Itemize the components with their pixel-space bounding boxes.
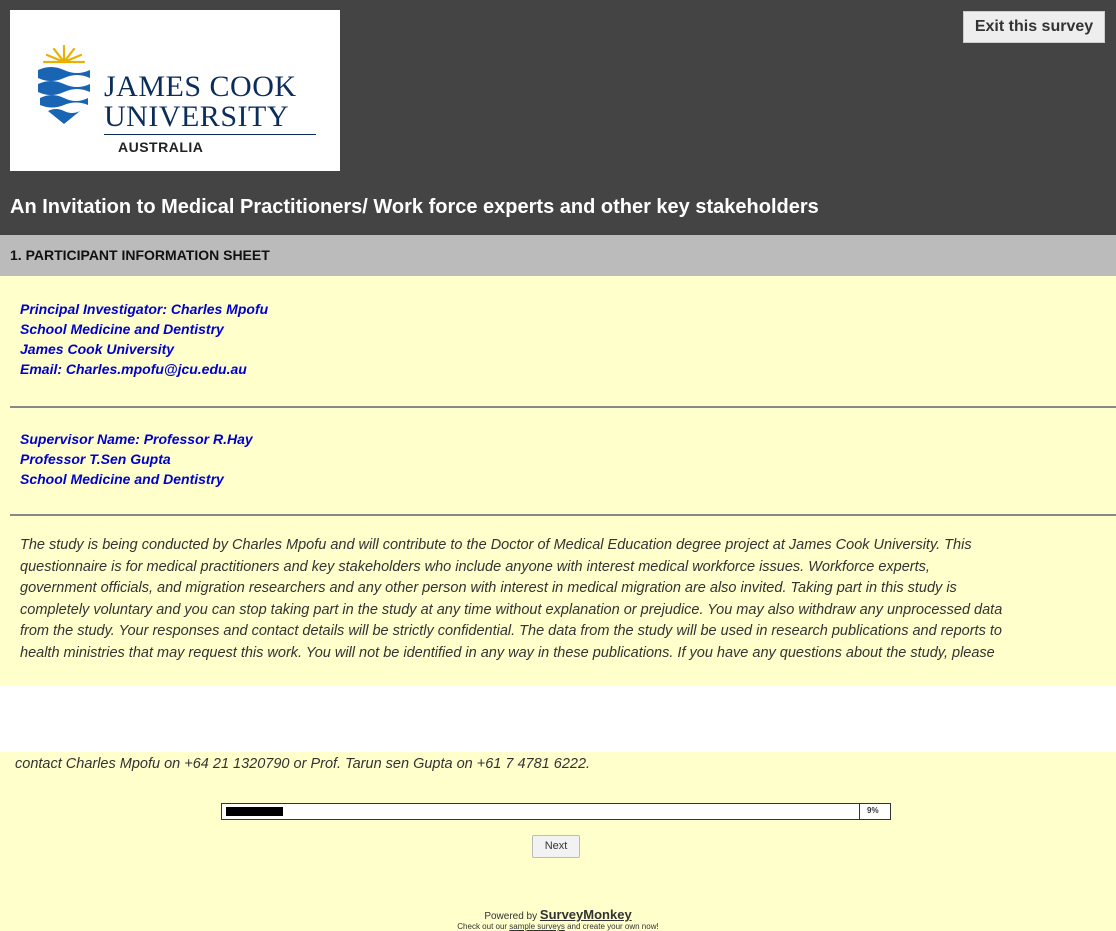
survey-title: An Invitation to Medical Practitioners/ … bbox=[10, 196, 819, 218]
progress-fill bbox=[226, 807, 283, 816]
checkout-prefix: Check out our bbox=[457, 922, 510, 931]
page-section-header: 1. PARTICIPANT INFORMATION SHEET bbox=[0, 235, 1116, 276]
supervisor-line: School Medicine and Dentistry bbox=[20, 471, 224, 487]
checkout-line: Check out our sample surveys and create … bbox=[0, 922, 1116, 931]
investigator-line: Principal Investigator: Charles Mpofu bbox=[20, 301, 269, 317]
powered-prefix: Powered by bbox=[484, 911, 540, 922]
description-line: from the study. Your responses and conta… bbox=[20, 623, 1002, 639]
logo-divider bbox=[104, 134, 316, 135]
description-line: questionnaire is for medical practitione… bbox=[20, 558, 930, 575]
checkout-suffix: and create your own now! bbox=[564, 922, 659, 931]
description-line: health ministries that may request this … bbox=[20, 644, 995, 661]
logo-line-2: UNIVERSITY bbox=[104, 100, 289, 133]
contact-line: contact Charles Mpofu on +64 21 1320790 … bbox=[15, 756, 591, 772]
progress-label: 9% bbox=[867, 806, 879, 815]
progress-track bbox=[222, 804, 860, 819]
section-divider bbox=[10, 514, 1116, 516]
logo-line-3: AUSTRALIA bbox=[118, 139, 204, 155]
survey-footer-area: contact Charles Mpofu on +64 21 1320790 … bbox=[0, 752, 1116, 931]
next-button[interactable]: Next bbox=[532, 835, 580, 858]
investigator-line: School Medicine and Dentistry bbox=[20, 321, 224, 337]
description-line: completely voluntary and you can stop ta… bbox=[20, 601, 1003, 618]
surveymonkey-link[interactable]: SurveyMonkey bbox=[540, 907, 632, 922]
survey-header: JAMES COOK UNIVERSITY AUSTRALIA Exit thi… bbox=[0, 0, 1116, 235]
logo-line-1: JAMES COOK bbox=[104, 70, 297, 103]
exit-survey-button[interactable]: Exit this survey bbox=[963, 11, 1105, 43]
investigator-line: James Cook University bbox=[20, 341, 175, 357]
study-description: The study is being conducted by Charles … bbox=[20, 535, 1112, 664]
supervisor-block: Supervisor Name: Professor R.Hay Profess… bbox=[20, 429, 253, 489]
description-line: government officials, and migration rese… bbox=[20, 580, 957, 596]
investigator-block: Principal Investigator: Charles Mpofu Sc… bbox=[20, 299, 268, 379]
university-logo: JAMES COOK UNIVERSITY AUSTRALIA bbox=[10, 10, 340, 171]
info-content: Principal Investigator: Charles Mpofu Sc… bbox=[0, 276, 1116, 686]
sample-surveys-link[interactable]: sample surveys bbox=[509, 922, 565, 931]
investigator-line: Email: Charles.mpofu@jcu.edu.au bbox=[20, 361, 247, 377]
progress-bar: 9% bbox=[221, 803, 891, 820]
supervisor-line: Professor T.Sen Gupta bbox=[20, 451, 171, 467]
page-section-title: 1. PARTICIPANT INFORMATION SHEET bbox=[10, 247, 270, 263]
description-line: The study is being conducted by Charles … bbox=[20, 537, 972, 553]
powered-by: Powered by SurveyMonkey bbox=[0, 907, 1116, 922]
supervisor-line: Supervisor Name: Professor R.Hay bbox=[20, 431, 253, 447]
section-divider bbox=[10, 406, 1116, 408]
jcu-logo-icon bbox=[38, 44, 90, 124]
